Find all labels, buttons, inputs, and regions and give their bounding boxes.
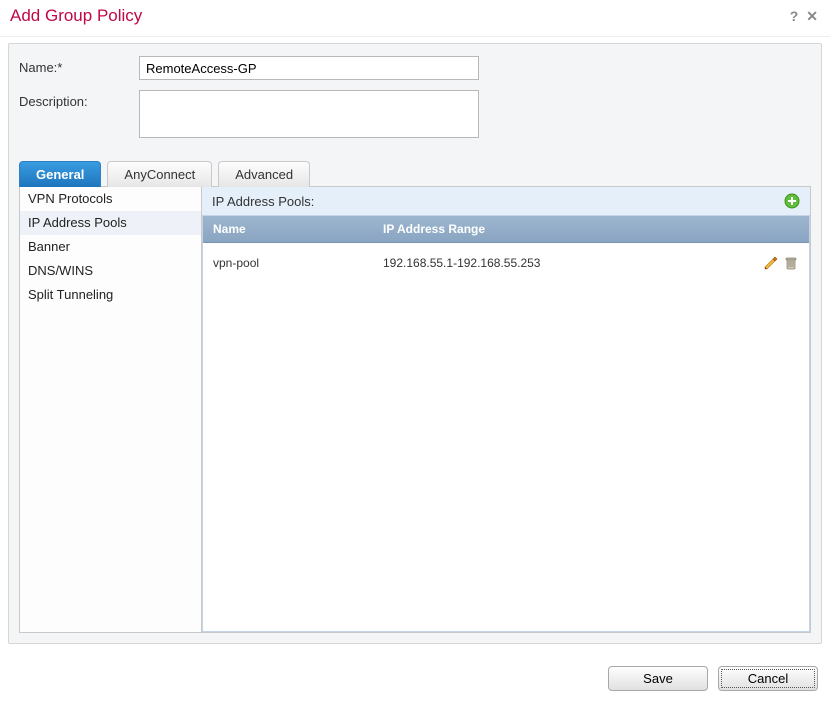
dialog-title: Add Group Policy <box>10 6 142 26</box>
dialog: Add Group Policy ? ✕ Name:* Description:… <box>0 0 830 703</box>
pool-heading: IP Address Pools: <box>212 194 314 209</box>
pencil-icon <box>763 255 779 271</box>
delete-pool-button[interactable] <box>783 255 799 271</box>
sidebar-item-banner[interactable]: Banner <box>20 235 201 259</box>
add-pool-button[interactable] <box>784 193 800 209</box>
save-button[interactable]: Save <box>608 666 708 691</box>
sidebar-item-vpn-protocols[interactable]: VPN Protocols <box>20 187 201 211</box>
tab-general[interactable]: General <box>19 161 101 187</box>
description-textarea[interactable] <box>139 90 479 138</box>
cancel-button[interactable]: Cancel <box>718 666 818 691</box>
pool-row-actions <box>719 249 809 277</box>
dialog-header: Add Group Policy ? ✕ <box>0 0 830 37</box>
pool-table: Name IP Address Range vpn-pool 192.168.5… <box>202 215 810 632</box>
plus-icon <box>784 193 800 209</box>
name-label: Name:* <box>19 56 139 75</box>
pool-table-head: Name IP Address Range <box>203 216 809 243</box>
panel: Name:* Description: General AnyConnect A… <box>8 43 822 644</box>
sidebar: VPN Protocols IP Address Pools Banner DN… <box>20 187 202 632</box>
tabstrip: General AnyConnect Advanced <box>19 160 811 187</box>
description-label: Description: <box>19 90 139 109</box>
content-header: IP Address Pools: <box>202 187 810 216</box>
pool-row-range: 192.168.55.1-192.168.55.253 <box>373 250 719 276</box>
tab-advanced[interactable]: Advanced <box>218 161 310 187</box>
form-row-name: Name:* <box>19 56 811 80</box>
edit-pool-button[interactable] <box>763 255 779 271</box>
col-header-range[interactable]: IP Address Range <box>373 216 719 242</box>
pool-row-name: vpn-pool <box>203 250 373 276</box>
name-input[interactable] <box>139 56 479 80</box>
trash-icon <box>783 255 799 271</box>
pool-table-row[interactable]: vpn-pool 192.168.55.1-192.168.55.253 <box>203 243 809 283</box>
col-header-actions <box>719 216 809 242</box>
form-row-description: Description: <box>19 90 811 138</box>
help-icon[interactable]: ? <box>790 9 799 23</box>
tab-body: VPN Protocols IP Address Pools Banner DN… <box>19 187 811 633</box>
close-icon[interactable]: ✕ <box>806 9 818 23</box>
content: IP Address Pools: Name IP Address Range <box>202 187 810 632</box>
sidebar-item-split-tunneling[interactable]: Split Tunneling <box>20 283 201 307</box>
tab-anyconnect[interactable]: AnyConnect <box>107 161 212 187</box>
dialog-header-icons: ? ✕ <box>790 9 818 23</box>
sidebar-item-dns-wins[interactable]: DNS/WINS <box>20 259 201 283</box>
dialog-footer: Save Cancel <box>0 654 830 703</box>
col-header-name[interactable]: Name <box>203 216 373 242</box>
sidebar-item-ip-address-pools[interactable]: IP Address Pools <box>20 211 201 235</box>
